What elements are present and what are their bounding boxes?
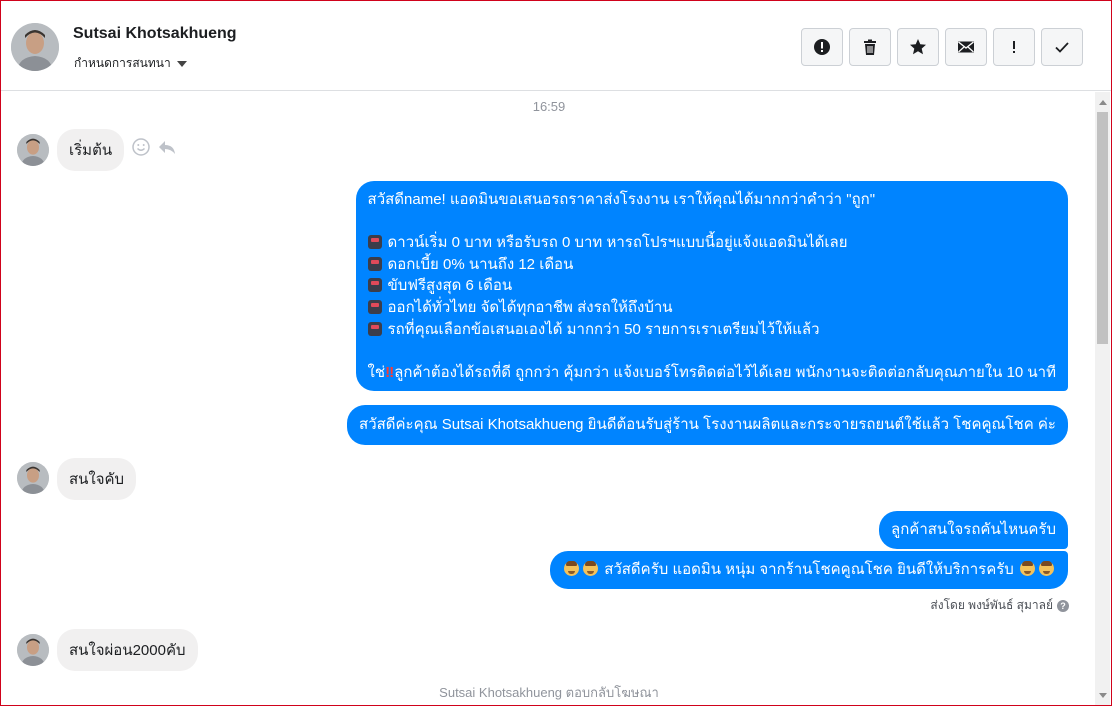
car-emoji-icon: [367, 321, 382, 336]
reply-icon[interactable]: [157, 137, 177, 157]
ad-reply-note: Sutsai Khotsakhueng ตอบกลับโฆษณา: [439, 685, 659, 700]
exclamation-icon: [1013, 41, 1015, 53]
promo-line: ขับฟรีสูงสุด 6 เดือน: [387, 277, 513, 295]
conversation-settings-label: กำหนดการสนทนา: [74, 56, 171, 70]
conversation-toolbar: [801, 28, 1083, 66]
message-scrollbar[interactable]: [1095, 92, 1110, 705]
incoming-message[interactable]: สนใจผ่อน2000คับ: [57, 629, 198, 671]
incoming-message[interactable]: เริ่มต้น: [57, 129, 125, 171]
report-button[interactable]: [801, 28, 843, 66]
scroll-down-arrow-icon[interactable]: [1095, 687, 1110, 703]
promo-line: ลูกค้าต้องได้รถที่ดี ถูกกว่า คุ้มกว่า แจ…: [394, 363, 1056, 381]
incoming-message[interactable]: สนใจคับ: [57, 458, 137, 500]
contact-avatar[interactable]: [11, 23, 59, 71]
outgoing-message-question[interactable]: ลูกค้าสนใจรถคันไหนครับ: [879, 511, 1068, 549]
checkmark-icon: [1055, 42, 1069, 53]
promo-line: รถที่คุณเลือกข้อเสนอเองได้ มากกว่า 50 รา…: [387, 320, 820, 338]
envelope-icon: [958, 41, 974, 53]
done-button[interactable]: [1041, 28, 1083, 66]
message-timestamp: 16:59: [532, 99, 566, 114]
trash-icon: [864, 39, 876, 55]
help-icon[interactable]: ?: [1057, 599, 1069, 612]
promo-line: ออกได้ทั่วไทย จัดได้ทุกอาชีพ ส่งรถให้ถึง…: [387, 298, 673, 316]
promo-line: ดาวน์เริ่ม 0 บาท หรือรับรถ 0 บาท หารถโปร…: [387, 234, 848, 252]
star-icon: [910, 39, 926, 55]
conversation-header: Sutsai Khotsakhueng กำหนดการสนทนา: [1, 1, 1111, 91]
message-thread[interactable]: 16:59 เริ่มต้น สวัสดีname! แอดมินขอเสนอร…: [1, 92, 1097, 705]
car-emoji-icon: [367, 278, 382, 293]
promo-line: [368, 340, 1056, 362]
exclamation-circle-icon: [814, 39, 830, 55]
scrollbar-thumb[interactable]: [1097, 112, 1108, 344]
contact-name[interactable]: Sutsai Khotsakhueng: [73, 25, 237, 43]
man-face-emoji-icon: [1020, 561, 1035, 576]
promo-line: ดอกเบี้ย 0% นานถึง 12 เดือน: [387, 255, 574, 273]
sender-avatar[interactable]: [17, 634, 49, 666]
man-face-emoji-icon: [564, 561, 580, 576]
sent-by-label: ส่งโดย พงษ์พันธ์ สุมาลย์ ?: [930, 596, 1069, 615]
sender-avatar[interactable]: [17, 134, 49, 166]
outgoing-message-greeting[interactable]: สวัสดีครับ แอดมิน หนุ่ม จากร้านโชคคูณโชค…: [550, 551, 1068, 589]
promo-line: [368, 211, 1056, 233]
conversation-settings-dropdown[interactable]: กำหนดการสนทนา: [74, 54, 187, 73]
man-face-emoji-icon: [1039, 561, 1054, 576]
message-actions: [131, 137, 177, 157]
caret-down-icon: [176, 61, 187, 67]
man-face-emoji-icon: [583, 561, 599, 576]
messenger-window: Sutsai Khotsakhueng กำหนดการสนทนา 16:59 …: [0, 0, 1112, 706]
mark-unread-button[interactable]: [945, 28, 987, 66]
sender-avatar[interactable]: [17, 462, 49, 494]
sent-by-text: ส่งโดย พงษ์พันธ์ สุมาลย์: [930, 598, 1053, 612]
car-emoji-icon: [367, 235, 382, 250]
important-button[interactable]: [993, 28, 1035, 66]
car-emoji-icon: [367, 299, 382, 314]
emoji-reaction-icon[interactable]: [131, 137, 151, 157]
greeting-text: สวัสดีครับ แอดมิน หนุ่ม จากร้านโชคคูณโชค…: [604, 561, 1014, 578]
double-exclamation-emoji-icon: ‼: [385, 363, 395, 381]
outgoing-message-welcome[interactable]: สวัสดีค่ะคุณ Sutsai Khotsakhueng ยินดีต้…: [347, 405, 1068, 445]
car-emoji-icon: [367, 256, 382, 271]
outgoing-message-promo[interactable]: สวัสดีname! แอดมินขอเสนอรถราคาส่งโรงงาน …: [355, 181, 1068, 392]
promo-line: ใช่: [367, 363, 386, 381]
star-button[interactable]: [897, 28, 939, 66]
promo-line: สวัสดีname! แอดมินขอเสนอรถราคาส่งโรงงาน …: [367, 191, 876, 208]
delete-button[interactable]: [849, 28, 891, 66]
scroll-up-arrow-icon[interactable]: [1095, 94, 1110, 110]
